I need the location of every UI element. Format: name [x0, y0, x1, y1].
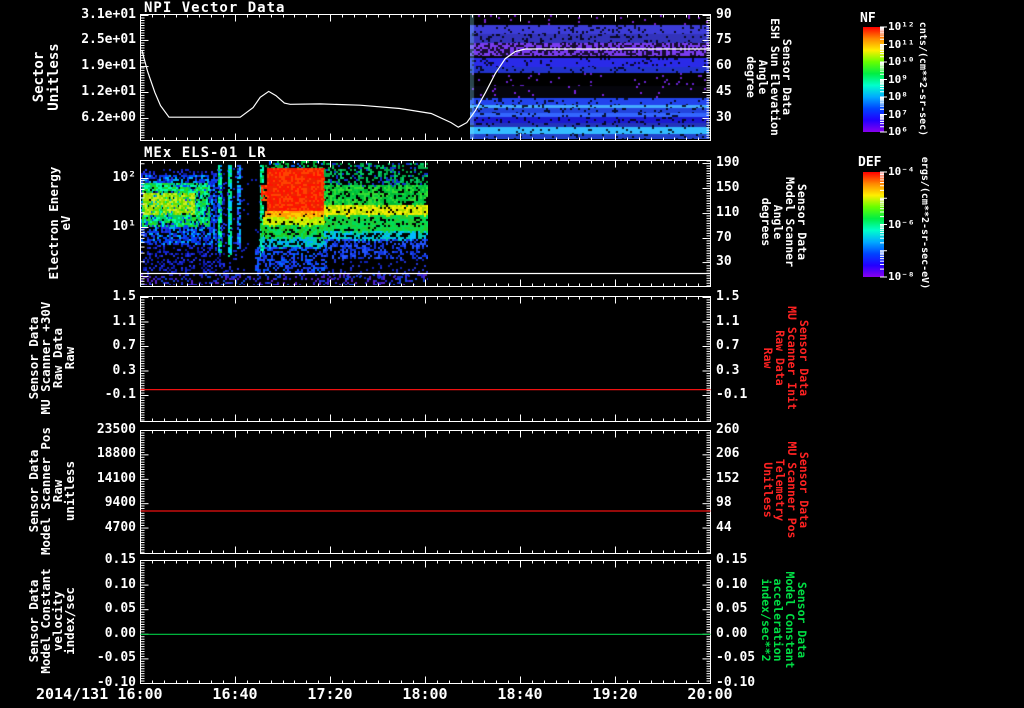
left-tick-label: 0.7 — [112, 338, 136, 353]
right-tick-label: 0.10 — [716, 576, 748, 592]
x-tick-label: 17:20 — [307, 685, 353, 703]
colorbar-tick-label: 10⁸ — [888, 90, 908, 103]
left-tick-label: -0.05 — [96, 650, 136, 666]
right-tick-label: 1.1 — [716, 313, 740, 329]
left-tick-label: 10¹ — [112, 219, 136, 235]
left-tick-label: 9400 — [104, 495, 136, 511]
right-tick-label: -0.05 — [716, 650, 756, 666]
left-tick-label: 0.10 — [104, 576, 136, 592]
x-tick-label: 16:00 — [117, 685, 163, 703]
right-tick-label: 0.3 — [716, 362, 740, 378]
right-tick-label: 30 — [716, 254, 732, 270]
left-tick-label: 0.3 — [112, 362, 136, 378]
panel-axes-1 — [140, 160, 711, 287]
right-tick-label: 0.7 — [716, 338, 740, 353]
right-axis-label-mu-scanner-pos: Sensor Data MU Scanner Pos Telemetry Uni… — [761, 441, 811, 539]
left-axis-label-mu-scanner-30v: Sensor Data MU Scanner +30V Raw Data Raw — [26, 301, 77, 415]
left-tick-label: 10² — [112, 170, 136, 186]
plot-page: NPI Vector Data MEx ELS-01 LR Sector Uni… — [0, 0, 1024, 708]
colorbar-tick-label: 10⁻⁸ — [888, 270, 915, 283]
left-tick-label: 18800 — [96, 446, 136, 462]
left-tick-label: 1.9e+01 — [81, 58, 136, 74]
left-tick-label: 3.1e+01 — [81, 7, 136, 22]
left-tick-label: 0.05 — [104, 601, 136, 617]
right-tick-label: 150 — [716, 179, 740, 195]
panel-axes-0 — [140, 14, 711, 141]
left-tick-label: 1.2e+01 — [81, 83, 136, 99]
colorbar-unit-nf: cnts/(cm**2-sr-sec) — [917, 21, 928, 137]
right-tick-label: 60 — [716, 58, 732, 74]
left-tick-label: -0.1 — [104, 387, 136, 402]
colorbar-tick-label: 10¹⁰ — [888, 55, 915, 68]
left-tick-label: 2.5e+01 — [81, 31, 136, 47]
right-tick-label: -0.1 — [716, 387, 748, 402]
colorbar-tick-label: 10⁻⁶ — [888, 217, 915, 231]
right-tick-label: 70 — [716, 229, 732, 245]
right-tick-label: 90 — [716, 7, 732, 22]
right-tick-label: 45 — [716, 83, 732, 99]
left-axis-label-sector: Sector Unitless — [31, 43, 62, 111]
right-tick-label: 0.05 — [716, 601, 748, 617]
left-tick-label: 1.1 — [112, 313, 136, 329]
right-tick-label: 30 — [716, 109, 732, 125]
left-tick-label: 6.2e+00 — [81, 109, 136, 125]
left-axis-label-model-constant-velocity: Sensor Data Model Constant velocity inde… — [26, 568, 77, 674]
right-tick-label: 190 — [716, 155, 740, 171]
right-axis-label-model-constant-accel: Sensor Data Model Constant acceleration … — [759, 571, 809, 669]
right-tick-label: 44 — [716, 519, 732, 535]
colorbar-tick-label: 10¹² — [888, 20, 915, 33]
right-axis-label-mu-scanner-init: Sensor Data MU Scanner Init Raw Data Raw — [761, 306, 811, 410]
panel-title-els: MEx ELS-01 LR — [144, 145, 267, 161]
right-axis-label-scanner-angle: Sensor Data Model Scanner Angle degrees — [759, 176, 809, 268]
x-tick-label: 19:20 — [592, 685, 638, 703]
colorbar-tick-label: 10⁹ — [888, 72, 908, 86]
panel-axes-4 — [140, 560, 711, 684]
panel-axes-2 — [140, 296, 711, 422]
right-tick-label: 0.15 — [716, 552, 748, 567]
left-axis-label-electron-energy: Electron Energy eV — [46, 166, 73, 280]
right-tick-label: 260 — [716, 422, 740, 437]
right-tick-label: 98 — [716, 495, 732, 511]
colorbar-tick-label: 10⁻⁴ — [888, 165, 915, 178]
colorbar-title-def: DEF — [858, 155, 882, 170]
colorbar-title-nf: NF — [860, 11, 876, 26]
right-axis-label-sun-elevation: Sensor Data ESH Sun Elevation Angle degr… — [744, 18, 794, 136]
right-tick-label: 110 — [716, 205, 740, 221]
colorbar-unit-def: ergs/(cm**2-sr-sec-eV) — [919, 156, 930, 290]
left-tick-label: 4700 — [104, 519, 136, 535]
x-tick-label: 18:00 — [402, 685, 448, 703]
colorbar-tick-label: 10⁷ — [888, 107, 908, 121]
right-tick-label: 152 — [716, 470, 740, 486]
left-tick-label: 0.15 — [104, 552, 136, 567]
right-tick-label: 1.5 — [716, 289, 740, 304]
x-tick-label: 16:40 — [212, 685, 258, 703]
left-tick-label: 1.5 — [112, 289, 136, 304]
left-tick-label: 0.00 — [104, 625, 136, 641]
right-tick-label: 0.00 — [716, 625, 748, 641]
x-tick-label: 20:00 — [687, 685, 733, 703]
panel-axes-3 — [140, 430, 711, 554]
x-tick-label: 18:40 — [497, 685, 543, 703]
colorbar-tick-label: 10⁶ — [888, 125, 908, 138]
right-tick-label: 206 — [716, 446, 740, 462]
left-tick-label: 23500 — [96, 422, 136, 437]
left-tick-label: 14100 — [96, 470, 136, 486]
right-tick-label: 75 — [716, 31, 732, 47]
left-axis-label-model-scanner-pos: Sensor Data Model Scanner Pos Raw unitle… — [26, 427, 77, 555]
colorbar-tick-label: 10¹¹ — [888, 37, 915, 51]
